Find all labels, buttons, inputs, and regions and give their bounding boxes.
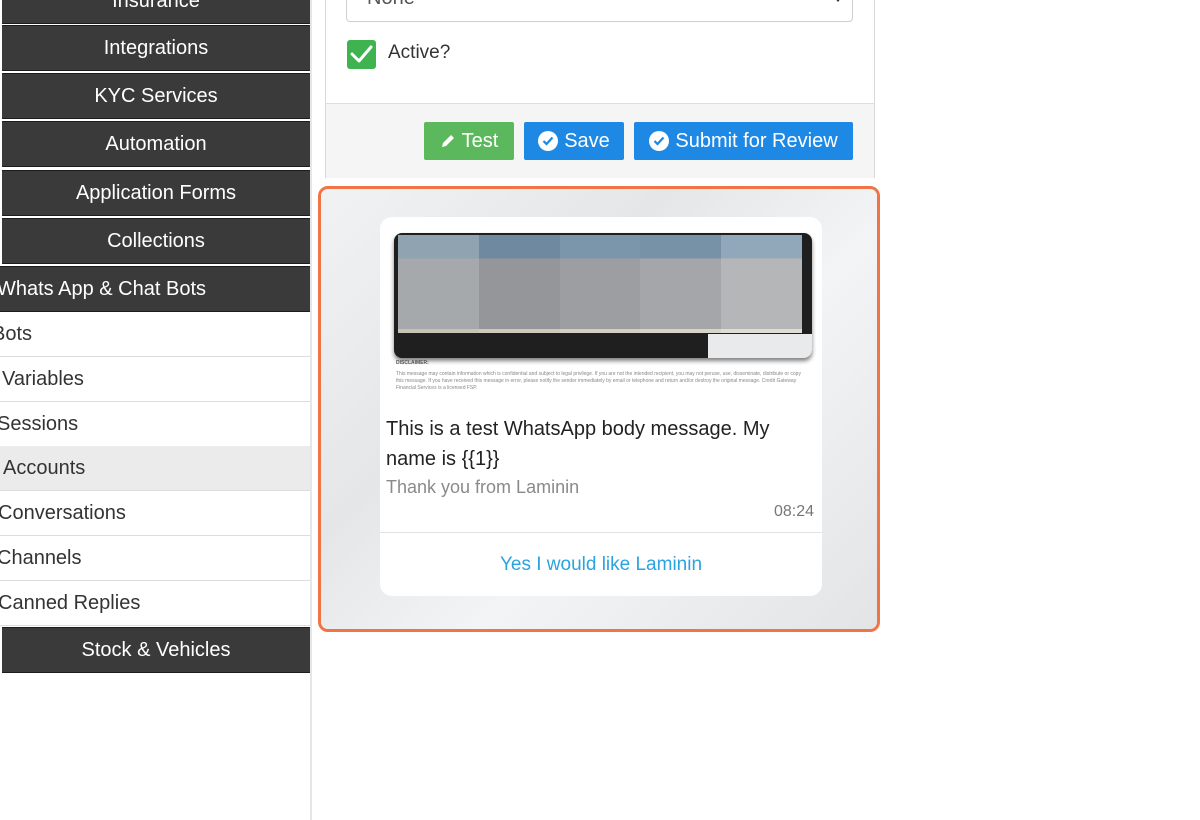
sidebar-subitem-label: Channels xyxy=(0,546,82,569)
blurred-image-content xyxy=(398,235,802,333)
message-bubble: DISCLAIMER: This message may contain inf… xyxy=(380,217,822,596)
image-disclaimer: DISCLAIMER: This message may contain inf… xyxy=(396,360,806,392)
message-footer: Thank you from Laminin xyxy=(386,477,580,497)
message-body: This is a test WhatsApp body message. My… xyxy=(386,418,770,470)
template-form-panel: None Active? Test Save Submit for Review xyxy=(325,0,875,178)
test-button[interactable]: Test xyxy=(424,122,514,160)
sidebar-subitem-channels[interactable]: Channels xyxy=(0,536,310,581)
sidebar-subitem-conversations[interactable]: Conversations xyxy=(0,491,310,536)
sidebar-item-collections[interactable]: Collections xyxy=(2,218,310,264)
sidebar-item-label: KYC Services xyxy=(94,84,218,107)
sidebar-item-automation[interactable]: Automation xyxy=(2,121,310,167)
save-button[interactable]: Save xyxy=(524,122,624,160)
disclaimer-title: DISCLAIMER: xyxy=(396,360,429,366)
sidebar-item-stock-vehicles[interactable]: Stock & Vehicles xyxy=(2,627,310,673)
save-button-label: Save xyxy=(564,129,610,152)
sidebar-item-insurance[interactable]: Insurance xyxy=(2,0,310,24)
sidebar-item-label: Collections xyxy=(107,229,205,252)
sidebar-item-label: Stock & Vehicles xyxy=(81,638,231,661)
active-label: Active? xyxy=(388,42,451,63)
form-footer: Test Save Submit for Review xyxy=(326,103,874,178)
sidebar-subitem-label: Canned Replies xyxy=(0,591,141,614)
sidebar-subitem-accounts[interactable]: Accounts xyxy=(0,446,310,491)
sidebar-item-kyc-services[interactable]: KYC Services xyxy=(2,73,310,119)
disclaimer-text: This message may contain information whi… xyxy=(396,371,801,391)
divider xyxy=(380,532,822,533)
sidebar-subitem-label: Conversations xyxy=(0,501,126,524)
check-circle-icon xyxy=(649,131,670,151)
submit-button-label: Submit for Review xyxy=(675,129,838,152)
sidebar-item-integrations[interactable]: Integrations xyxy=(2,25,310,71)
sidebar-subitem-label: Sessions xyxy=(0,412,79,435)
header-type-select[interactable]: None xyxy=(346,0,853,22)
sidebar-item-whatsapp-chat-bots[interactable]: Whats App & Chat Bots xyxy=(0,266,310,312)
sidebar: Insurance Integrations KYC Services Auto… xyxy=(0,0,312,820)
select-value: None xyxy=(367,0,415,10)
chevron-down-icon xyxy=(834,0,842,2)
sidebar-item-label: Automation xyxy=(105,132,207,155)
sidebar-subitem-variables[interactable]: Variables xyxy=(0,357,310,402)
image-corner xyxy=(708,334,812,358)
sidebar-subitem-canned-replies[interactable]: Canned Replies xyxy=(0,581,310,626)
sidebar-item-label: Integrations xyxy=(103,36,209,59)
sidebar-subitem-sessions[interactable]: Sessions xyxy=(0,402,310,447)
sidebar-subitem-label: Accounts xyxy=(3,456,86,479)
test-button-label: Test xyxy=(461,129,499,152)
message-timestamp: 08:24 xyxy=(773,503,814,520)
sidebar-subitem-label: Variables xyxy=(2,367,84,390)
sidebar-subitem-label: Bots xyxy=(0,322,33,345)
pencil-icon xyxy=(441,135,454,147)
active-checkbox[interactable] xyxy=(347,40,376,69)
checkmark-icon xyxy=(350,45,373,63)
sidebar-item-label: Application Forms xyxy=(75,181,237,204)
sidebar-item-label: Insurance xyxy=(112,0,200,12)
submit-for-review-button[interactable]: Submit for Review xyxy=(634,122,853,160)
header-image xyxy=(394,233,812,358)
sidebar-subitem-bots[interactable]: Bots xyxy=(0,312,310,357)
sidebar-item-label: Whats App & Chat Bots xyxy=(0,277,206,300)
quick-reply-button[interactable]: Yes I would like Laminin xyxy=(380,535,822,595)
check-circle-icon xyxy=(538,131,559,151)
sidebar-item-application-forms[interactable]: Application Forms xyxy=(2,170,310,216)
whatsapp-preview-highlight: DISCLAIMER: This message may contain inf… xyxy=(318,186,880,632)
